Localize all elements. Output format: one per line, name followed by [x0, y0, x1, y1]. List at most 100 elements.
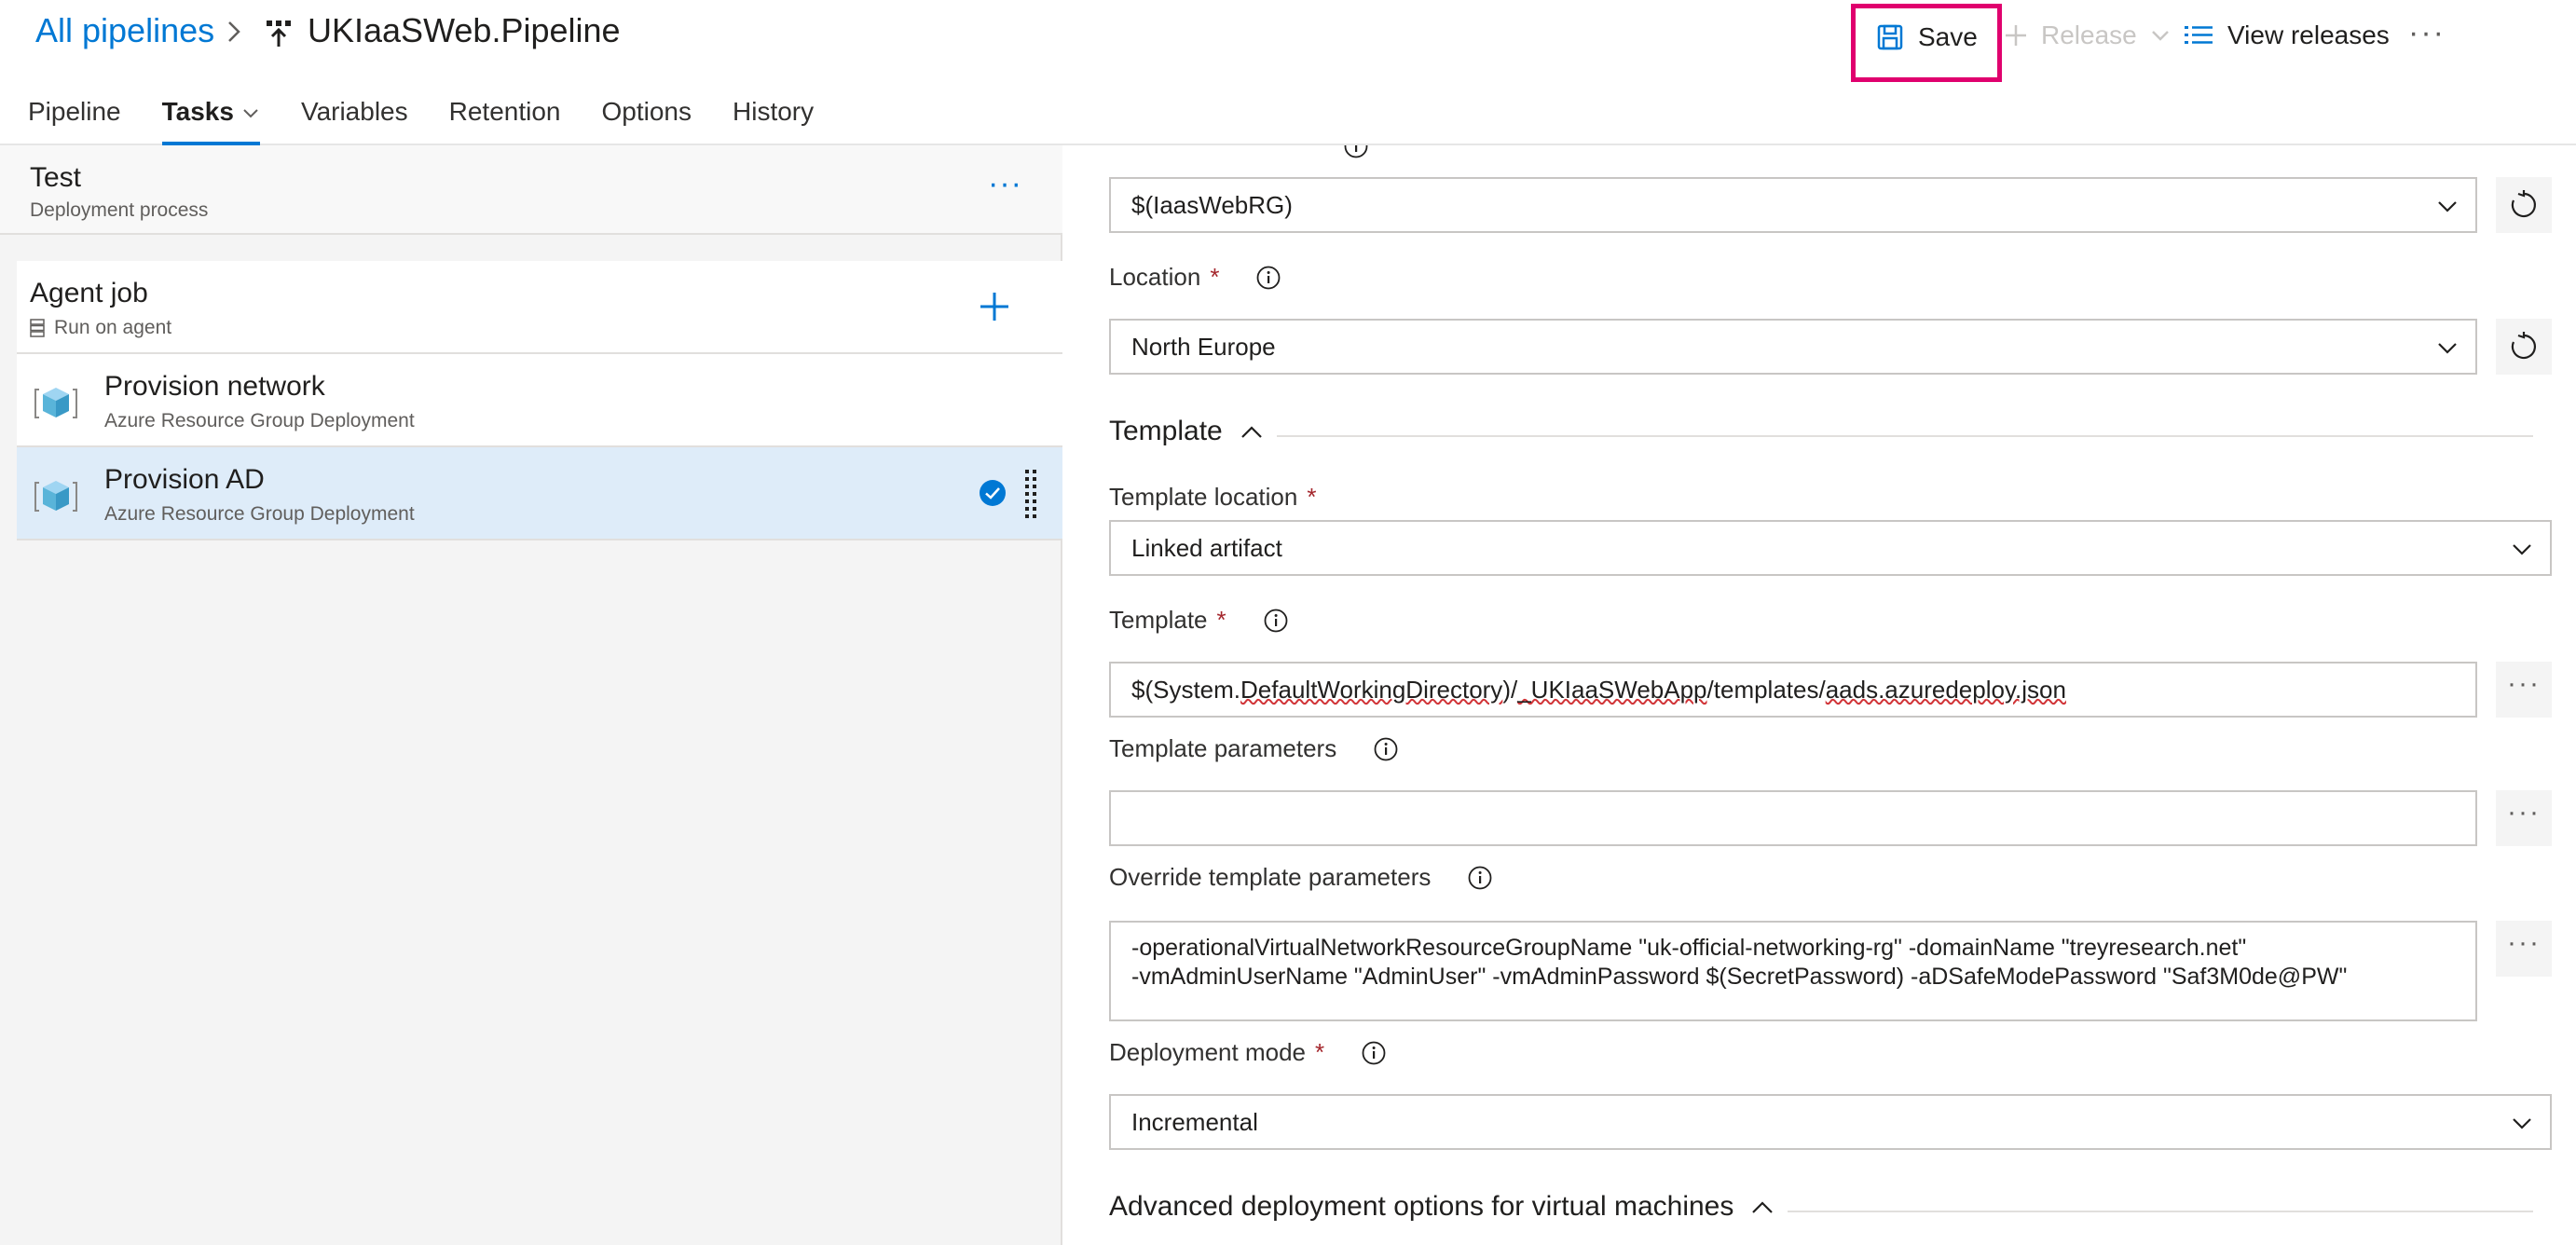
browse-template-button[interactable]: ···: [2496, 662, 2552, 718]
deployment-mode-label: Deployment mode *: [1109, 1038, 1386, 1067]
stage-subtitle: Deployment process: [30, 199, 209, 221]
add-task-plus-icon[interactable]: [975, 287, 1014, 326]
section-divider: [1788, 1211, 2533, 1212]
tab-label: Options: [601, 97, 692, 126]
tab-label: Tasks: [161, 97, 234, 126]
template-label-text: Template: [1109, 606, 1208, 634]
pipeline-title: UKIaaSWeb.Pipeline: [308, 11, 621, 49]
more-actions-button[interactable]: ···: [2408, 15, 2446, 51]
all-pipelines-link[interactable]: All pipelines: [35, 11, 214, 50]
path-part: )/: [1502, 675, 1518, 704]
agent-job-row[interactable]: Agent job Run on agent: [17, 261, 1062, 354]
template-parameters-input[interactable]: [1109, 790, 2477, 846]
info-icon[interactable]: [1362, 1041, 1386, 1065]
save-label: Save: [1918, 22, 1978, 51]
info-icon[interactable]: [1256, 266, 1281, 290]
plus-icon: [2006, 25, 2026, 46]
resource-group-cube-icon: [34, 481, 77, 512]
chevron-up-icon: [1240, 426, 1262, 438]
template-location-value: Linked artifact: [1131, 533, 1282, 562]
ellipsis-icon: ···: [2507, 668, 2541, 699]
deployment-mode-label-text: Deployment mode: [1109, 1038, 1306, 1066]
override-line-2: -vmAdminUserName "AdminUser" -vmAdminPas…: [1131, 964, 2348, 990]
advanced-section-header[interactable]: Advanced deployment options for virtual …: [1109, 1191, 1774, 1223]
refresh-icon: [2511, 190, 2536, 218]
required-marker: *: [1210, 263, 1220, 291]
release-label: Release: [2041, 21, 2137, 49]
tab-label: Pipeline: [28, 97, 121, 126]
template-section-header[interactable]: Template: [1109, 416, 1264, 447]
required-marker: *: [1307, 483, 1317, 511]
chevron-down-icon: [243, 109, 258, 118]
path-part: DefaultWorkingDirectory: [1240, 675, 1503, 704]
agent-job-subtitle: Run on agent: [30, 317, 171, 339]
template-label: Template *: [1109, 606, 1288, 635]
save-icon: [1877, 24, 1903, 50]
chevron-down-icon: [2513, 544, 2531, 555]
drag-handle-icon[interactable]: [1023, 468, 1038, 520]
task-row-provision-ad[interactable]: Provision AD Azure Resource Group Deploy…: [17, 447, 1062, 540]
view-releases-label: View releases: [2227, 21, 2390, 49]
tab-label: Variables: [300, 97, 408, 126]
ellipsis-icon: ···: [2507, 797, 2541, 828]
info-icon: [1344, 145, 1368, 158]
chevron-down-icon: [2438, 201, 2457, 212]
task-subtitle: Azure Resource Group Deployment: [104, 503, 415, 525]
template-location-select[interactable]: Linked artifact: [1109, 520, 2552, 576]
resource-group-cube-icon: [34, 388, 77, 418]
path-part: /templates/: [1706, 675, 1826, 704]
info-icon[interactable]: [1468, 866, 1492, 890]
required-marker: *: [1315, 1038, 1325, 1066]
template-location-label: Template location *: [1109, 483, 1316, 512]
override-parameters-textarea[interactable]: -operationalVirtualNetworkResourceGroupN…: [1109, 921, 2477, 1021]
chevron-down-icon: [2513, 1118, 2531, 1129]
chevron-right-icon: [228, 21, 240, 42]
tab-variables[interactable]: Variables: [301, 97, 408, 145]
tab-tasks[interactable]: Tasks: [161, 97, 261, 145]
template-parameters-label-text: Template parameters: [1109, 734, 1337, 762]
chevron-up-icon: [1752, 1201, 1774, 1213]
tab-label: History: [733, 97, 815, 126]
path-part: aads.azuredeploy.json: [1825, 675, 2066, 704]
server-icon: [30, 319, 45, 337]
tab-options[interactable]: Options: [602, 97, 692, 145]
override-parameters-label: Override template parameters: [1109, 863, 1492, 892]
agent-job-title: Agent job: [30, 278, 148, 308]
resource-group-select[interactable]: $(IaasWebRG): [1109, 177, 2477, 233]
info-icon[interactable]: [1264, 609, 1288, 633]
info-icon[interactable]: [1374, 737, 1398, 761]
template-path-value: $(System.DefaultWorkingDirectory)/_UKIaa…: [1131, 676, 2066, 705]
location-value: North Europe: [1131, 332, 1276, 361]
section-divider: [1277, 435, 2533, 437]
tab-pipeline[interactable]: Pipeline: [28, 97, 121, 145]
checkmark-circle-icon: [980, 480, 1006, 506]
deployment-mode-value: Incremental: [1131, 1107, 1258, 1136]
chevron-down-icon: [2438, 343, 2457, 354]
view-releases-button[interactable]: View releases: [2185, 21, 2390, 50]
template-path-input[interactable]: $(System.DefaultWorkingDirectory)/_UKIaa…: [1109, 662, 2477, 718]
refresh-icon: [2511, 332, 2536, 360]
task-subtitle: Azure Resource Group Deployment: [104, 410, 415, 431]
stage-more-button[interactable]: ···: [988, 166, 1022, 202]
template-parameters-label: Template parameters: [1109, 734, 1398, 763]
path-part: $(System.: [1131, 675, 1241, 704]
browse-template-parameters-button[interactable]: ···: [2496, 790, 2552, 846]
resource-group-value: $(IaasWebRG): [1131, 190, 1293, 219]
template-location-label-text: Template location: [1109, 483, 1298, 511]
tab-retention[interactable]: Retention: [449, 97, 561, 145]
stage-header[interactable]: Test Deployment process ···: [0, 145, 1062, 235]
deployment-mode-select[interactable]: Incremental: [1109, 1094, 2552, 1150]
stage-title: Test: [30, 162, 82, 193]
edit-override-parameters-button[interactable]: ···: [2496, 921, 2552, 977]
refresh-resource-group-button[interactable]: [2496, 177, 2552, 233]
release-button[interactable]: Release: [2004, 21, 2171, 50]
task-list-panel: Test Deployment process ··· Agent job Ru…: [0, 145, 1062, 1245]
save-button[interactable]: Save: [1877, 19, 1978, 56]
refresh-location-button[interactable]: [2496, 319, 2552, 375]
location-select[interactable]: North Europe: [1109, 319, 2477, 375]
advanced-section-title: Advanced deployment options for virtual …: [1109, 1191, 1734, 1222]
tab-bar: Pipeline Tasks Variables Retention Optio…: [28, 97, 855, 145]
tab-history[interactable]: History: [733, 97, 814, 145]
task-row-provision-network[interactable]: Provision network Azure Resource Group D…: [17, 354, 1062, 447]
chevron-down-icon: [2151, 31, 2169, 41]
